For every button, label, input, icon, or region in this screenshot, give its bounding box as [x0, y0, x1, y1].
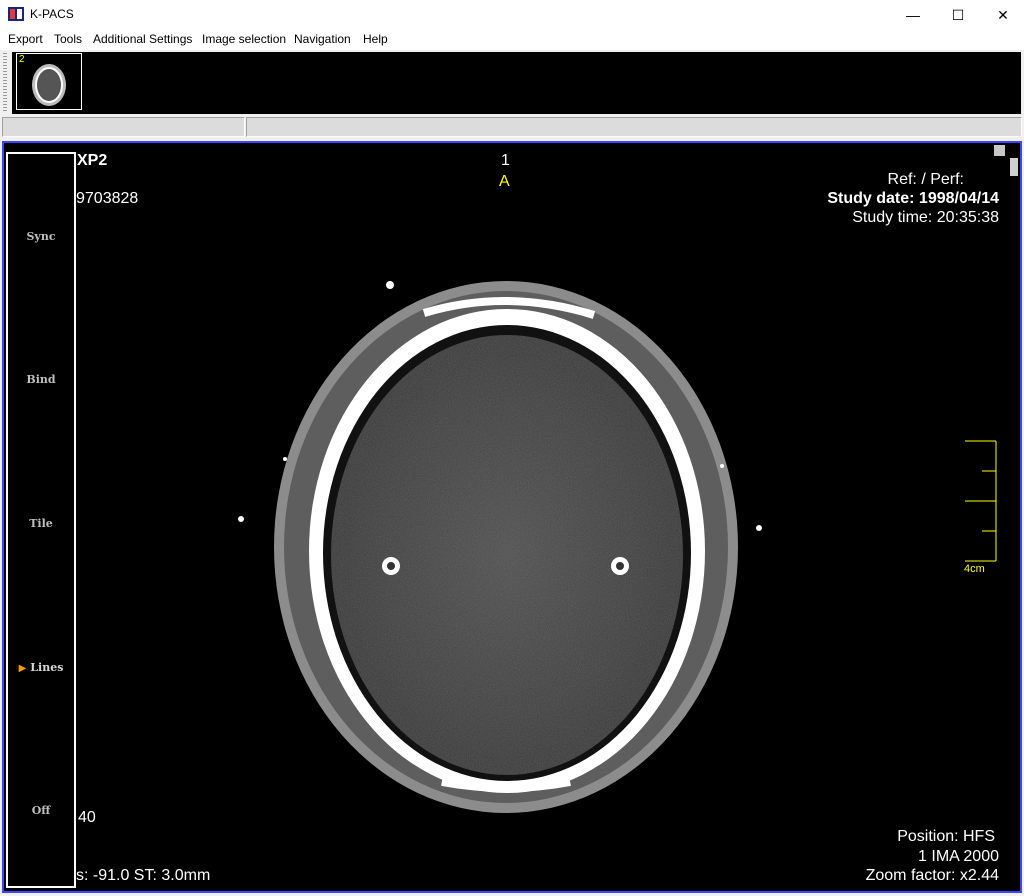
off-button[interactable]: Off	[8, 804, 74, 817]
patient-name-overlay: XP2	[77, 152, 108, 169]
menu-additional-settings[interactable]: Additional Settings	[93, 32, 192, 46]
bind-label: Bind	[26, 373, 56, 386]
thumbnail-image	[32, 64, 66, 106]
zoom-factor-overlay: Zoom factor: x2.44	[865, 867, 999, 884]
active-arrow-icon: ▶	[18, 663, 27, 674]
scale-label: 4cm	[964, 563, 985, 575]
tile-label: Tile	[29, 517, 53, 530]
minimize-button[interactable]: —	[890, 0, 936, 30]
slice-position-overlay: s: -91.0 ST: 3.0mm	[76, 867, 211, 884]
ref-perf-overlay: Ref: / Perf:	[887, 171, 964, 188]
window-title: K-PACS	[30, 7, 74, 21]
scale-ruler	[965, 440, 997, 562]
ct-brain-scan-image	[238, 281, 762, 813]
study-time-overlay: Study time: 20:35:38	[852, 209, 999, 226]
viewer-scroll-thumb[interactable]	[1010, 158, 1018, 176]
bind-button[interactable]: Bind	[8, 373, 74, 386]
patient-position-overlay: Position: HFS	[897, 828, 995, 845]
maximize-button[interactable]: ☐	[935, 0, 981, 30]
series-thumbnail[interactable]: 2	[16, 53, 82, 110]
menu-navigation[interactable]: Navigation	[294, 32, 351, 46]
lines-button[interactable]: ▶ Lines	[8, 661, 74, 674]
toolbar-grip-handle[interactable]	[3, 53, 7, 111]
viewer-scrollbar[interactable]	[1008, 156, 1019, 886]
window-level-overlay: 40	[78, 809, 96, 826]
menu-bar: Export Tools Additional Settings Image s…	[0, 30, 1024, 50]
status-segment-right	[246, 117, 1022, 137]
sync-button[interactable]: Sync	[8, 230, 74, 243]
tile-button[interactable]: Tile	[8, 517, 74, 530]
status-segment-left	[2, 117, 245, 137]
menu-help[interactable]: Help	[363, 32, 388, 46]
sync-label: Sync	[26, 230, 56, 243]
title-bar: K-PACS — ☐ ✕	[0, 0, 1024, 30]
close-button[interactable]: ✕	[980, 0, 1024, 30]
study-date-overlay: Study date: 1998/04/14	[827, 190, 999, 207]
patient-id-overlay: 9703828	[76, 190, 139, 207]
image-viewer[interactable]	[2, 141, 1022, 893]
k-pacs-app-icon	[8, 7, 24, 21]
orientation-anterior-label: A	[499, 173, 510, 190]
menu-image-selection[interactable]: Image selection	[202, 32, 286, 46]
sync-side-panel: Sync Bind Tile ▶ Lines Off	[6, 152, 76, 888]
image-number-overlay: 1	[501, 152, 510, 169]
off-label: Off	[31, 804, 51, 817]
thumbnail-strip	[12, 52, 1021, 114]
lines-label: Lines	[30, 661, 64, 674]
scroll-corner-box[interactable]	[994, 145, 1005, 156]
menu-tools[interactable]: Tools	[54, 32, 82, 46]
menu-export[interactable]: Export	[8, 32, 43, 46]
image-ima-overlay: 1 IMA 2000	[918, 848, 999, 865]
